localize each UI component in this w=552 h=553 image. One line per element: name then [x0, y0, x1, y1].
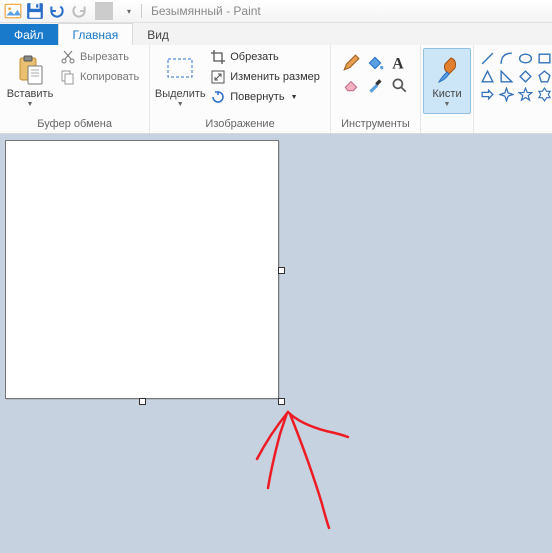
color-picker-icon[interactable] — [366, 76, 384, 94]
pencil-icon[interactable] — [342, 54, 360, 72]
save-icon[interactable] — [26, 2, 44, 20]
group-label-image: Изображение — [156, 116, 324, 133]
group-shapes — [474, 45, 552, 133]
crop-button[interactable]: Обрезать — [206, 48, 324, 66]
quick-access-toolbar: ▾ — [4, 2, 138, 20]
scissors-icon — [60, 49, 76, 65]
paste-button[interactable]: Вставить▼ — [6, 48, 54, 114]
fill-icon[interactable] — [366, 54, 384, 72]
resize-handle-se[interactable] — [278, 398, 285, 405]
shape-rect-icon[interactable] — [537, 51, 552, 66]
magnifier-icon[interactable] — [390, 76, 408, 94]
canvas[interactable] — [5, 140, 279, 399]
group-clipboard: Вставить▼ Вырезать Копировать Буфер обме… — [0, 45, 150, 133]
window-title: Безымянный - Paint — [151, 4, 261, 18]
shape-star6-icon[interactable] — [537, 87, 552, 102]
ribbon-tabs: Файл Главная Вид — [0, 23, 552, 45]
resize-icon — [210, 69, 226, 85]
undo-icon[interactable] — [48, 2, 66, 20]
app-icon — [4, 2, 22, 20]
select-button[interactable]: Выделить▼ — [156, 48, 204, 114]
eraser-icon[interactable] — [342, 76, 360, 94]
copy-icon — [60, 69, 76, 85]
copy-button[interactable]: Копировать — [56, 68, 143, 86]
shape-curve-icon[interactable] — [499, 51, 514, 66]
crop-icon — [210, 49, 226, 65]
shape-diamond-icon[interactable] — [518, 69, 533, 84]
cut-button[interactable]: Вырезать — [56, 48, 143, 66]
resize-handle-e[interactable] — [278, 267, 285, 274]
rotate-button[interactable]: Повернуть ▼ — [206, 88, 324, 106]
shape-arrow-right-icon[interactable] — [480, 87, 495, 102]
resize-handle-s[interactable] — [139, 398, 146, 405]
text-icon[interactable]: A — [390, 54, 408, 72]
group-label-clipboard: Буфер обмена — [6, 116, 143, 133]
tab-file[interactable]: Файл — [0, 24, 58, 45]
tab-home[interactable]: Главная — [58, 23, 134, 45]
shape-right-triangle-icon[interactable] — [499, 69, 514, 84]
rotate-icon — [210, 89, 226, 105]
tab-view[interactable]: Вид — [133, 24, 183, 45]
resize-button[interactable]: Изменить размер — [206, 68, 324, 86]
group-image: Выделить▼ Обрезать Изменить размер Повер… — [150, 45, 331, 133]
group-brushes: Кисти▼ — [421, 45, 474, 133]
title-bar: ▾ Безымянный - Paint — [0, 0, 552, 23]
qat-dropdown-icon[interactable]: ▾ — [120, 2, 138, 20]
workspace[interactable] — [0, 134, 552, 553]
shape-triangle-icon[interactable] — [480, 69, 495, 84]
svg-text:A: A — [393, 56, 405, 72]
group-label-tools: Инструменты — [337, 116, 414, 133]
brushes-button[interactable]: Кисти▼ — [423, 48, 471, 114]
ribbon: Вставить▼ Вырезать Копировать Буфер обме… — [0, 45, 552, 134]
redo-icon[interactable] — [70, 2, 88, 20]
shape-pentagon-icon[interactable] — [537, 69, 552, 84]
group-tools: A Инструменты — [331, 45, 421, 133]
shape-star5-icon[interactable] — [518, 87, 533, 102]
shape-oval-icon[interactable] — [518, 51, 533, 66]
shape-star4-icon[interactable] — [499, 87, 514, 102]
shape-line-icon[interactable] — [480, 51, 495, 66]
